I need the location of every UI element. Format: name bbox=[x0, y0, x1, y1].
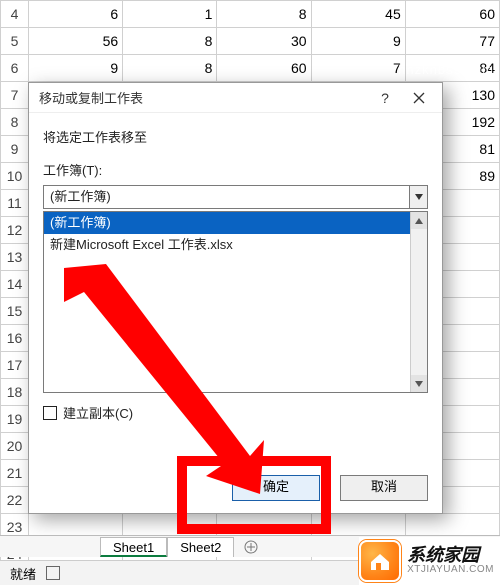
row-header[interactable]: 17 bbox=[1, 352, 29, 379]
close-button[interactable] bbox=[402, 84, 436, 112]
row-header[interactable]: 22 bbox=[1, 487, 29, 514]
cell[interactable]: 30 bbox=[217, 28, 311, 55]
cell[interactable]: 9 bbox=[29, 55, 123, 82]
cell[interactable]: 8 bbox=[123, 55, 217, 82]
create-copy-checkbox[interactable] bbox=[43, 406, 57, 420]
cell[interactable]: 6 bbox=[29, 1, 123, 28]
cell[interactable]: 77 bbox=[405, 28, 499, 55]
row-header[interactable]: 7 bbox=[1, 82, 29, 109]
create-copy-checkbox-row[interactable]: 建立副本(C) bbox=[43, 403, 428, 422]
cell[interactable]: 60 bbox=[217, 55, 311, 82]
move-or-copy-dialog: 移动或复制工作表 ? 将选定工作表移至 工作簿(T): (新工作簿) (新工作簿… bbox=[28, 82, 443, 514]
brand-badge: 系统家园 XTJIAYUAN.COM bbox=[359, 537, 500, 585]
row-header[interactable]: 19 bbox=[1, 406, 29, 433]
move-to-label: 将选定工作表移至 bbox=[43, 127, 428, 146]
row-header[interactable]: 21 bbox=[1, 460, 29, 487]
brand-logo-icon bbox=[359, 540, 401, 582]
row-header[interactable]: 6 bbox=[1, 55, 29, 82]
cell[interactable]: 7 bbox=[311, 55, 405, 82]
workbook-combo[interactable]: (新工作簿) bbox=[43, 185, 428, 209]
row-header[interactable]: 8 bbox=[1, 109, 29, 136]
list-item[interactable]: 新建Microsoft Excel 工作表.xlsx bbox=[44, 234, 410, 256]
workbook-combo-value: (新工作簿) bbox=[44, 186, 409, 208]
row-header[interactable]: 15 bbox=[1, 298, 29, 325]
row-header[interactable]: 14 bbox=[1, 271, 29, 298]
brand-name: 系统家园 bbox=[407, 546, 494, 565]
sheet-tab[interactable]: Sheet1 bbox=[100, 537, 167, 557]
add-sheet-button[interactable] bbox=[240, 536, 262, 558]
row-header[interactable]: 9 bbox=[1, 136, 29, 163]
cell[interactable]: 84 bbox=[405, 55, 499, 82]
ok-button[interactable]: 确定 bbox=[232, 475, 320, 501]
cell[interactable]: 8 bbox=[217, 1, 311, 28]
cell[interactable]: 1 bbox=[123, 1, 217, 28]
sheet-before-listbox[interactable]: (新工作簿)新建Microsoft Excel 工作表.xlsx bbox=[43, 211, 428, 393]
row-header[interactable]: 13 bbox=[1, 244, 29, 271]
cell[interactable]: 8 bbox=[123, 28, 217, 55]
row-header[interactable]: 20 bbox=[1, 433, 29, 460]
scroll-track[interactable] bbox=[411, 229, 427, 375]
cell[interactable]: 60 bbox=[405, 1, 499, 28]
row-header[interactable]: 12 bbox=[1, 217, 29, 244]
cell[interactable]: 45 bbox=[311, 1, 405, 28]
cell[interactable]: 56 bbox=[29, 28, 123, 55]
cancel-button[interactable]: 取消 bbox=[340, 475, 428, 501]
row-header[interactable]: 11 bbox=[1, 190, 29, 217]
list-item[interactable]: (新工作簿) bbox=[44, 212, 410, 234]
status-text: 就绪 bbox=[10, 564, 36, 583]
listbox-scrollbar[interactable] bbox=[410, 212, 427, 392]
cell[interactable]: 9 bbox=[311, 28, 405, 55]
workbook-label: 工作簿(T): bbox=[43, 160, 428, 179]
dialog-titlebar[interactable]: 移动或复制工作表 ? bbox=[29, 83, 442, 113]
scroll-down-button[interactable] bbox=[411, 375, 427, 392]
brand-sub: XTJIAYUAN.COM bbox=[407, 565, 494, 576]
row-header[interactable]: 16 bbox=[1, 325, 29, 352]
scroll-up-button[interactable] bbox=[411, 212, 427, 229]
help-button[interactable]: ? bbox=[368, 84, 402, 112]
row-header[interactable]: 18 bbox=[1, 379, 29, 406]
dialog-title: 移动或复制工作表 bbox=[39, 88, 143, 107]
row-header[interactable]: 10 bbox=[1, 163, 29, 190]
create-copy-label: 建立副本(C) bbox=[63, 403, 133, 422]
macro-record-icon[interactable] bbox=[46, 566, 60, 580]
row-header[interactable]: 5 bbox=[1, 28, 29, 55]
sheet-tab[interactable]: Sheet2 bbox=[167, 537, 234, 557]
combo-dropdown-button[interactable] bbox=[409, 186, 427, 208]
row-header[interactable]: 4 bbox=[1, 1, 29, 28]
